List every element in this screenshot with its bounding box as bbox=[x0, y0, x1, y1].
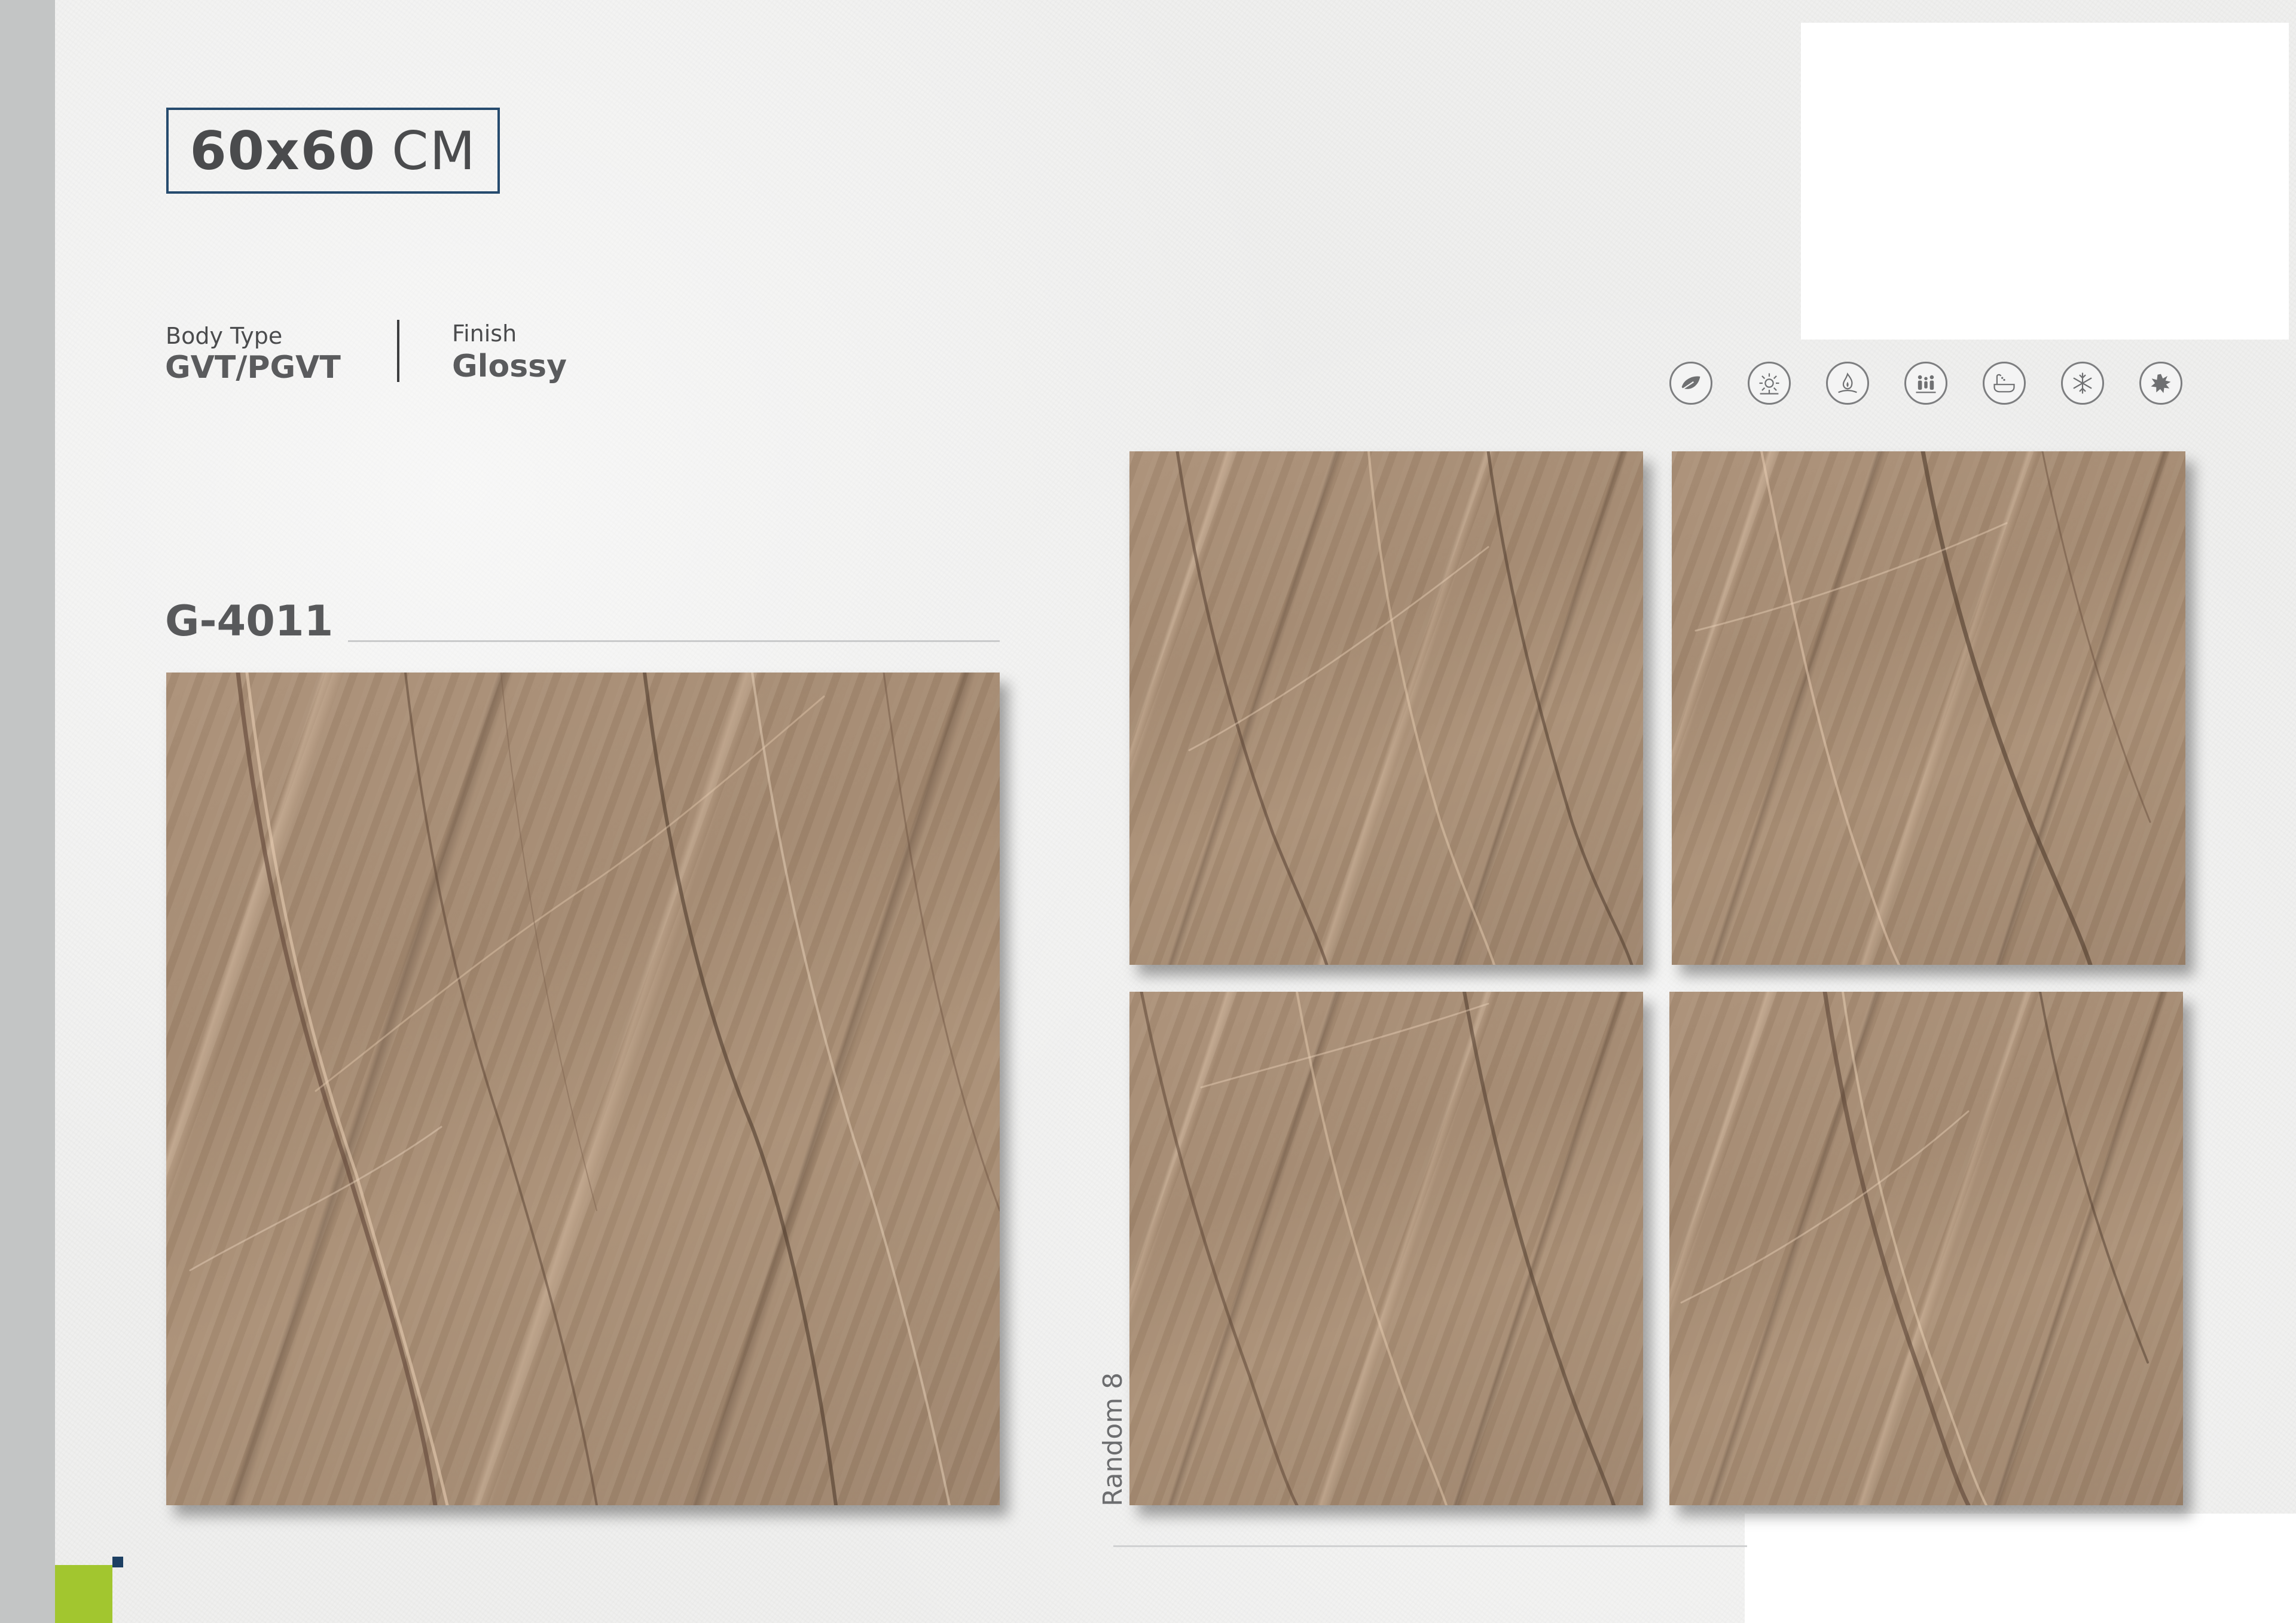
random-tile-3 bbox=[1129, 992, 1643, 1505]
top-right-blank-panel bbox=[1801, 23, 2289, 340]
body-type-label: Body Type bbox=[166, 323, 283, 349]
finish-label: Finish bbox=[452, 320, 517, 347]
size-badge: 60x60 CM bbox=[166, 108, 500, 194]
random-tile-2 bbox=[1672, 451, 2185, 965]
navy-accent-square bbox=[112, 1557, 123, 1567]
product-code: G-4011 bbox=[165, 597, 334, 646]
main-tile-image bbox=[166, 673, 1000, 1505]
size-unit: CM bbox=[392, 120, 477, 182]
leaf-icon bbox=[1669, 362, 1712, 405]
body-type-value: GVT/PGVT bbox=[165, 350, 341, 386]
side-bar bbox=[0, 0, 55, 1623]
bottom-rule bbox=[1113, 1545, 1747, 1547]
bottom-right-blank-panel bbox=[1745, 1514, 2296, 1623]
random-tile-1 bbox=[1129, 451, 1643, 965]
stain-resistant-icon bbox=[2139, 362, 2182, 405]
size-number: 60x60 bbox=[190, 120, 377, 182]
random-label: Random 8 bbox=[1098, 1372, 1128, 1506]
bathtub-icon bbox=[1983, 362, 2026, 405]
fire-resistant-icon bbox=[1826, 362, 1869, 405]
spec-divider bbox=[397, 320, 399, 382]
family-icon bbox=[1904, 362, 1947, 405]
random-tile-4 bbox=[1669, 992, 2183, 1505]
finish-value: Glossy bbox=[452, 349, 567, 384]
snowflake-icon bbox=[2061, 362, 2104, 405]
sun-icon bbox=[1748, 362, 1791, 405]
product-code-rule bbox=[348, 640, 1000, 642]
green-accent-square bbox=[55, 1565, 112, 1623]
